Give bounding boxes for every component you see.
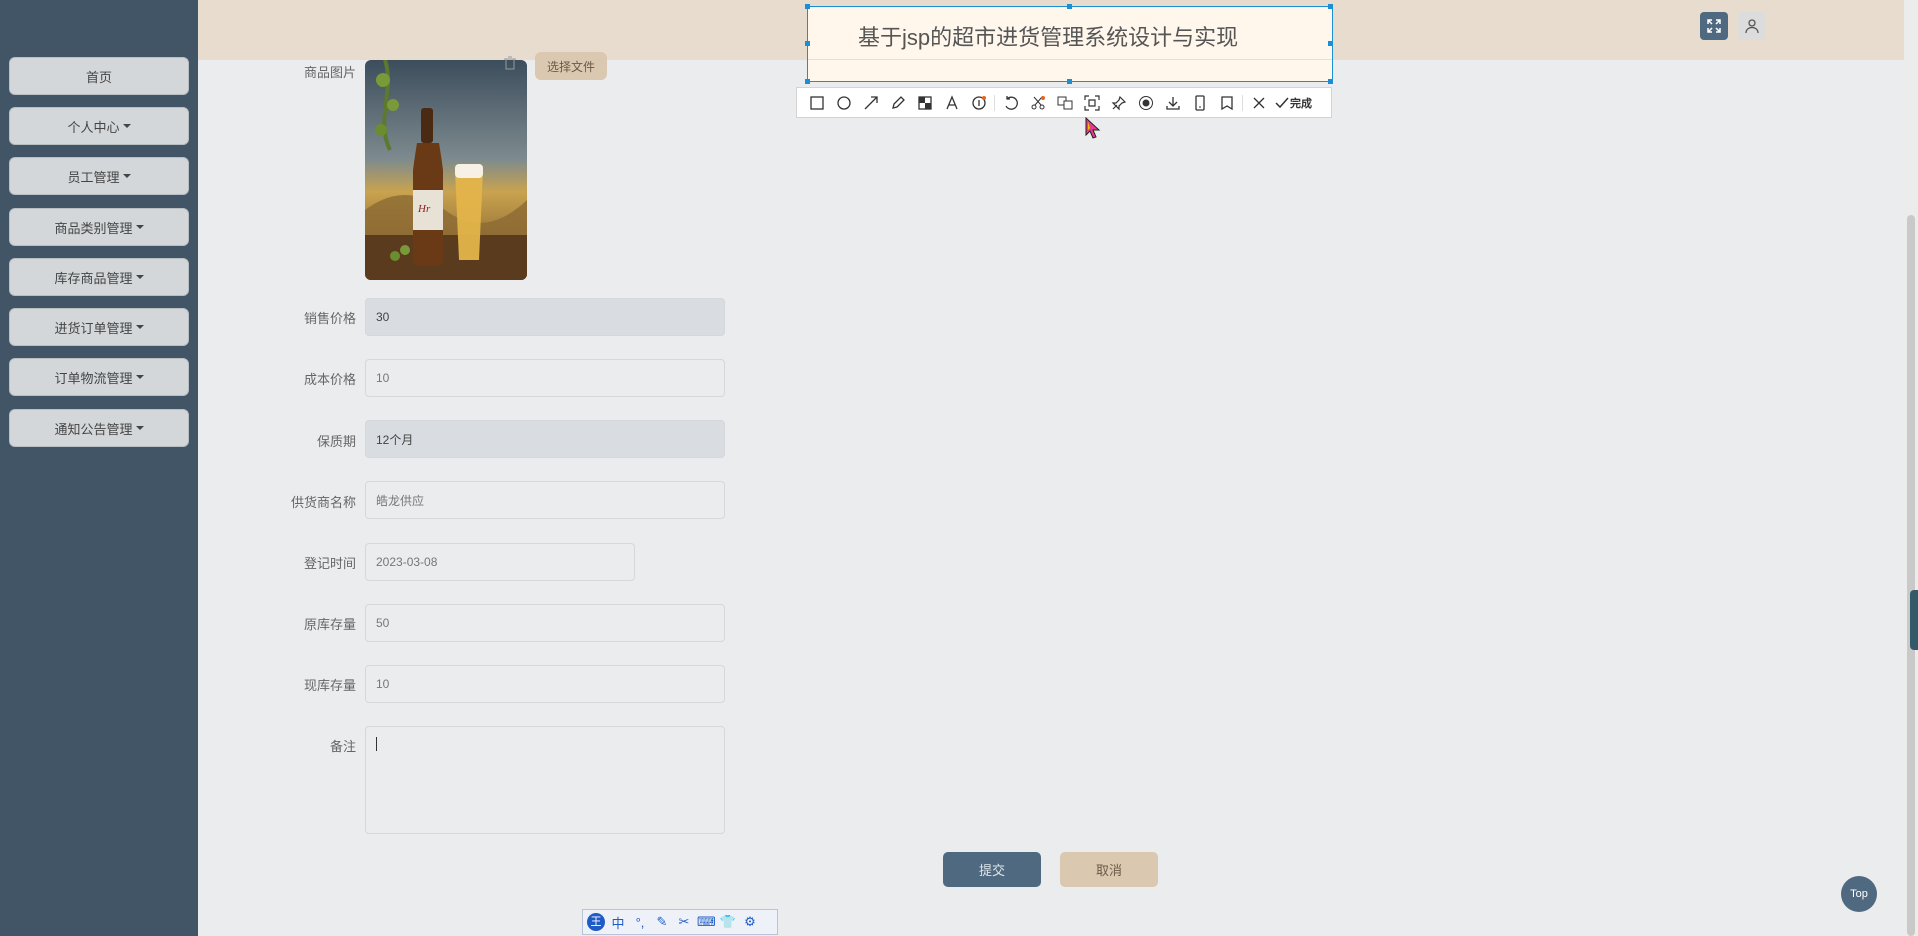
sidebar-item-notices[interactable]: 通知公告管理 [9, 409, 189, 447]
sidebar-item-label: 通知公告管理 [54, 421, 133, 437]
back-to-top-button[interactable]: Top [1841, 876, 1877, 912]
phone-icon[interactable] [1186, 88, 1213, 117]
download-icon[interactable] [1159, 88, 1186, 117]
cancel-button[interactable]: 取消 [1060, 852, 1158, 887]
rectangle-icon[interactable] [803, 88, 830, 117]
divider [808, 59, 1332, 60]
keyboard-icon[interactable]: ⌨ [697, 914, 716, 930]
sidebar-item-label: 库存商品管理 [54, 270, 133, 286]
done-button[interactable]: 完成 [1274, 95, 1312, 111]
pen-icon[interactable] [884, 88, 911, 117]
scissors-icon[interactable]: ✂ [675, 914, 693, 930]
resize-handle[interactable] [1328, 41, 1333, 46]
original-stock-field[interactable]: 50 [365, 604, 725, 642]
caret-down-icon [122, 124, 131, 128]
caret-down-icon [135, 225, 144, 229]
scrollbar-thumb[interactable] [1907, 215, 1915, 936]
svg-text:Hr: Hr [417, 203, 431, 215]
remark-textarea[interactable] [365, 726, 725, 834]
supplier-name-field[interactable]: 皓龙供应 [365, 481, 725, 519]
field-label: 销售价格 [303, 311, 356, 326]
settings-icon[interactable]: ⚙ [741, 914, 759, 930]
sidebar-item-category[interactable]: 商品类别管理 [9, 208, 189, 246]
cut-icon[interactable] [1024, 88, 1051, 117]
toolbar-divider [994, 94, 995, 111]
ime-toolbar: 王 中 °, ✎ ✂ ⌨ 👕 ⚙ [582, 909, 778, 935]
cost-price-field[interactable]: 10 [365, 359, 725, 397]
caret-down-icon [135, 426, 144, 430]
field-label: 保质期 [316, 434, 356, 449]
sale-price-field[interactable]: 30 [365, 298, 725, 336]
page-title: 基于jsp的超市进货管理系统设计与实现 [858, 25, 1239, 50]
text-icon[interactable] [938, 88, 965, 117]
caret-down-icon [135, 275, 144, 279]
bookmark-icon[interactable] [1213, 88, 1240, 117]
close-icon[interactable] [1245, 88, 1272, 117]
field-label: 现库存量 [303, 678, 356, 693]
shelf-life-field[interactable]: 12个月 [365, 420, 725, 458]
field-label: 供货商名称 [290, 495, 356, 510]
field-label: 原库存量 [303, 617, 356, 632]
mosaic-icon[interactable] [911, 88, 938, 117]
delete-icon[interactable] [503, 56, 519, 72]
arrow-icon[interactable] [857, 88, 884, 117]
undo-icon[interactable] [997, 88, 1024, 117]
resize-handle[interactable] [1067, 79, 1072, 84]
done-label: 完成 [1290, 97, 1312, 110]
sidebar-item-label: 员工管理 [67, 169, 120, 185]
screenshot-selection[interactable]: 基于jsp的超市进货管理系统设计与实现 [807, 6, 1333, 82]
punctuation-icon[interactable]: °, [631, 915, 649, 930]
sidebar-item-logistics[interactable]: 订单物流管理 [9, 358, 189, 396]
record-icon[interactable] [1132, 88, 1159, 117]
mouse-cursor-icon [1085, 117, 1101, 139]
sidebar-item-label: 进货订单管理 [54, 320, 133, 336]
current-stock-field[interactable]: 10 [365, 665, 725, 703]
resize-handle[interactable] [1067, 4, 1072, 9]
screenshot-toolbar: 完成 [796, 87, 1332, 118]
resize-handle[interactable] [805, 41, 810, 46]
submit-button[interactable]: 提交 [943, 852, 1041, 887]
sidebar-item-staff[interactable]: 员工管理 [9, 157, 189, 195]
ocr-icon[interactable] [1078, 88, 1105, 117]
resize-handle[interactable] [1328, 79, 1333, 84]
sidebar-item-label: 商品类别管理 [54, 220, 133, 236]
choose-file-button[interactable]: 选择文件 [535, 52, 607, 80]
side-tab[interactable] [1910, 590, 1918, 650]
register-date-field[interactable]: 2023-03-08 [365, 543, 635, 581]
check-icon [1275, 97, 1289, 108]
user-icon[interactable] [1738, 12, 1766, 40]
sidebar-item-label: 订单物流管理 [54, 370, 133, 386]
sidebar: 首页 个人中心 员工管理 商品类别管理 库存商品管理 进货订单管理 订单物流管理… [0, 0, 198, 936]
caret-down-icon [135, 375, 144, 379]
sidebar-item-label: 首页 [85, 69, 112, 85]
caret-down-icon [135, 325, 144, 329]
field-label: 备注 [329, 739, 356, 754]
sidebar-item-personal-center[interactable]: 个人中心 [9, 107, 189, 145]
sidebar-item-inventory[interactable]: 库存商品管理 [9, 258, 189, 296]
image-label: 商品图片 [303, 65, 356, 80]
handwrite-icon[interactable]: ✎ [653, 914, 671, 930]
ime-logo-icon[interactable]: 王 [587, 913, 605, 931]
field-label: 成本价格 [303, 372, 356, 387]
toolbar-divider [1242, 94, 1243, 111]
ellipse-icon[interactable] [830, 88, 857, 117]
ime-mode[interactable]: 中 [609, 913, 627, 932]
text-cursor [376, 737, 377, 751]
resize-handle[interactable] [805, 79, 810, 84]
expand-icon[interactable] [1700, 12, 1728, 40]
pin-icon[interactable] [1105, 88, 1132, 117]
sidebar-item-home[interactable]: 首页 [9, 57, 189, 95]
product-image: Hr [365, 60, 527, 280]
skin-icon[interactable]: 👕 [719, 914, 737, 930]
sidebar-item-purchase-orders[interactable]: 进货订单管理 [9, 308, 189, 346]
caret-down-icon [122, 174, 131, 178]
resize-handle[interactable] [805, 4, 810, 9]
resize-handle[interactable] [1328, 4, 1333, 9]
translate-icon[interactable] [1051, 88, 1078, 117]
number-icon[interactable] [965, 88, 992, 117]
sidebar-item-label: 个人中心 [67, 119, 120, 135]
field-label: 登记时间 [303, 556, 356, 571]
